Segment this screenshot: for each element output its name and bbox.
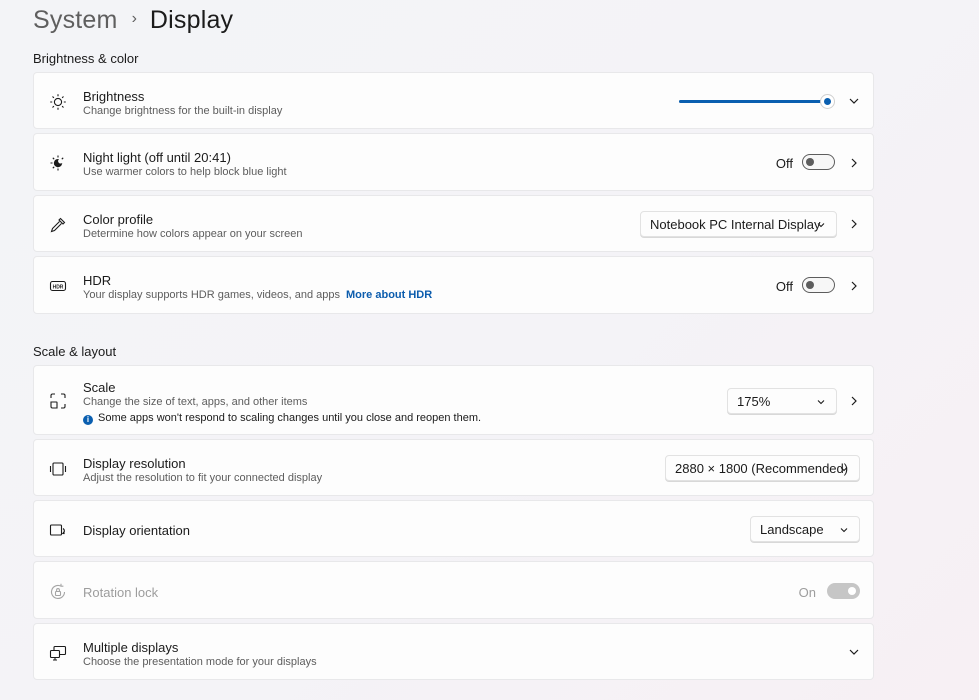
svg-text:HDR: HDR [53,284,64,290]
hdr-title: HDR [83,273,112,288]
scale-card[interactable]: Scale Change the size of text, apps, and… [33,365,874,435]
resolution-value: 2880 × 1800 (Recommended) [675,460,849,476]
display-resolution-subtitle: Adjust the resolution to fit your connec… [83,472,323,484]
scale-title: Scale [83,380,116,395]
chevron-right-icon[interactable] [848,157,860,169]
display-orientation-title: Display orientation [83,523,190,538]
night-light-icon [48,153,68,173]
breadcrumb: System › Display [33,4,233,36]
chevron-down-icon [816,220,826,230]
section-title-scale-layout: Scale & layout [33,344,117,359]
brightness-icon [48,92,68,112]
chevron-down-icon [839,525,849,535]
info-icon: i [83,415,93,425]
hdr-state: Off [775,279,793,294]
hdr-icon: HDR [48,276,68,296]
display-resolution-card[interactable]: Display resolution Adjust the resolution… [33,439,874,496]
color-profile-title: Color profile [83,212,154,227]
night-light-subtitle: Use warmer colors to help block blue lig… [83,166,287,178]
orientation-value: Landscape [760,521,824,537]
multiple-displays-title: Multiple displays [83,640,179,655]
rotation-lock-title: Rotation lock [83,585,159,600]
section-title-brightness-color: Brightness & color [33,51,139,66]
more-about-hdr-link[interactable]: More about HDR [346,289,432,301]
chevron-right-icon[interactable] [848,218,860,230]
resolution-icon [48,459,68,479]
scale-dropdown[interactable]: 175% [727,388,837,414]
color-profile-card[interactable]: Color profile Determine how colors appea… [33,195,874,252]
scale-value: 175% [737,393,771,409]
rotation-lock-icon [48,582,68,602]
brightness-subtitle: Change brightness for the built-in displ… [83,105,283,117]
chevron-down-icon[interactable] [848,95,860,107]
multiple-displays-icon [48,643,68,663]
breadcrumb-separator: › [131,10,137,27]
brightness-slider-thumb[interactable] [820,94,835,109]
brightness-slider[interactable] [679,94,835,109]
rotation-lock-toggle [827,583,860,599]
scale-notice: i Some apps won't respond to scaling chan… [83,412,481,425]
page-title: Display [149,5,234,34]
breadcrumb-system[interactable]: System [33,6,118,35]
chevron-down-icon [816,397,826,407]
multiple-displays-card[interactable]: Multiple displays Choose the presentatio… [33,623,874,680]
resolution-dropdown[interactable]: 2880 × 1800 (Recommended) [665,455,860,481]
chevron-right-icon[interactable] [848,395,860,407]
rotation-lock-card: Rotation lock On [33,561,874,619]
chevron-down-icon [839,464,849,474]
display-resolution-title: Display resolution [83,456,186,471]
night-light-state: Off [775,156,793,171]
eyedropper-icon [48,215,68,235]
chevron-down-icon[interactable] [848,646,860,658]
orientation-icon [48,520,68,540]
hdr-card[interactable]: HDR HDR Your display supports HDR games,… [33,256,874,314]
night-light-title: Night light (off until 20:41) [83,150,231,165]
hdr-toggle[interactable] [802,277,835,293]
display-orientation-card[interactable]: Display orientation Landscape [33,500,874,557]
chevron-right-icon[interactable] [848,280,860,292]
night-light-card[interactable]: Night light (off until 20:41) Use warmer… [33,133,874,191]
brightness-slider-fill [679,100,827,103]
orientation-dropdown[interactable]: Landscape [750,516,860,542]
brightness-title: Brightness [83,89,145,104]
rotation-lock-state: On [798,585,816,600]
scale-icon [48,391,68,411]
night-light-toggle[interactable] [802,154,835,170]
scale-subtitle: Change the size of text, apps, and other… [83,396,308,408]
brightness-card[interactable]: Brightness Change brightness for the bui… [33,72,874,129]
color-profile-value: Notebook PC Internal Display [650,216,821,232]
color-profile-subtitle: Determine how colors appear on your scre… [83,228,303,240]
color-profile-dropdown[interactable]: Notebook PC Internal Display [640,211,837,237]
multiple-displays-subtitle: Choose the presentation mode for your di… [83,656,317,668]
hdr-subtitle: Your display supports HDR games, videos,… [83,289,433,301]
